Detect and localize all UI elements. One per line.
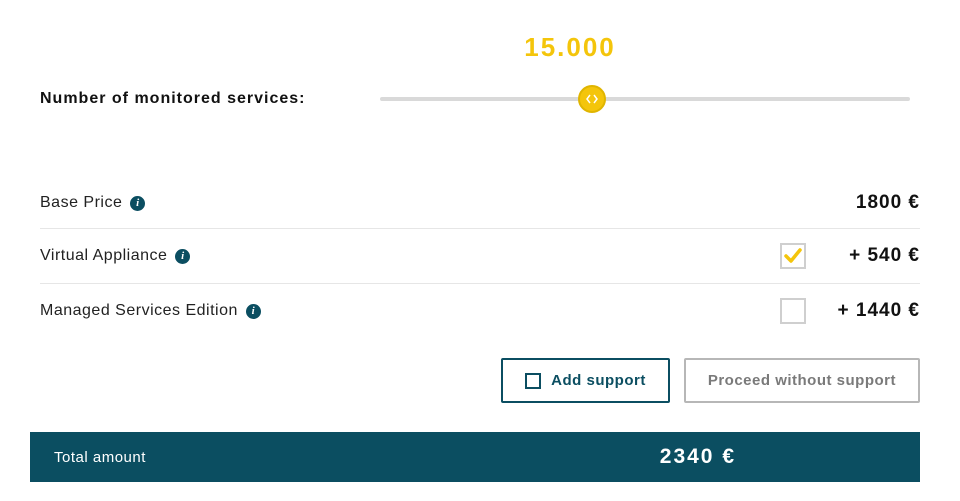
info-icon[interactable]: i bbox=[246, 304, 261, 319]
square-icon bbox=[525, 373, 541, 389]
slider-track[interactable] bbox=[380, 97, 910, 101]
base-price-label: Base Price bbox=[40, 194, 122, 212]
row-base-price: Base Price i 1800 € bbox=[40, 178, 920, 229]
slider-grip-icon bbox=[586, 93, 598, 105]
managed-services-price: + 1440 € bbox=[820, 300, 920, 322]
add-support-label: Add support bbox=[551, 372, 646, 389]
total-bar: Total amount 2340 € bbox=[30, 432, 920, 482]
info-icon[interactable]: i bbox=[130, 196, 145, 211]
add-support-button[interactable]: Add support bbox=[501, 358, 670, 403]
virtual-appliance-price: + 540 € bbox=[820, 245, 920, 267]
check-icon bbox=[783, 246, 803, 266]
slider-label: Number of monitored services: bbox=[40, 90, 340, 108]
virtual-appliance-checkbox[interactable] bbox=[780, 243, 806, 269]
virtual-appliance-label: Virtual Appliance bbox=[40, 247, 167, 265]
managed-services-label: Managed Services Edition bbox=[40, 302, 238, 320]
base-price-value: 1800 € bbox=[856, 192, 920, 214]
total-label: Total amount bbox=[54, 449, 146, 466]
slider-thumb[interactable] bbox=[578, 85, 606, 113]
managed-services-checkbox[interactable] bbox=[780, 298, 806, 324]
row-virtual-appliance: Virtual Appliance i + 540 € bbox=[40, 229, 920, 284]
total-value: 2340 € bbox=[660, 445, 736, 469]
proceed-without-support-button[interactable]: Proceed without support bbox=[684, 358, 920, 403]
proceed-label: Proceed without support bbox=[708, 372, 896, 389]
row-managed-services: Managed Services Edition i + 1440 € bbox=[40, 284, 920, 338]
slider-value: 15.000 bbox=[524, 32, 616, 63]
info-icon[interactable]: i bbox=[175, 249, 190, 264]
